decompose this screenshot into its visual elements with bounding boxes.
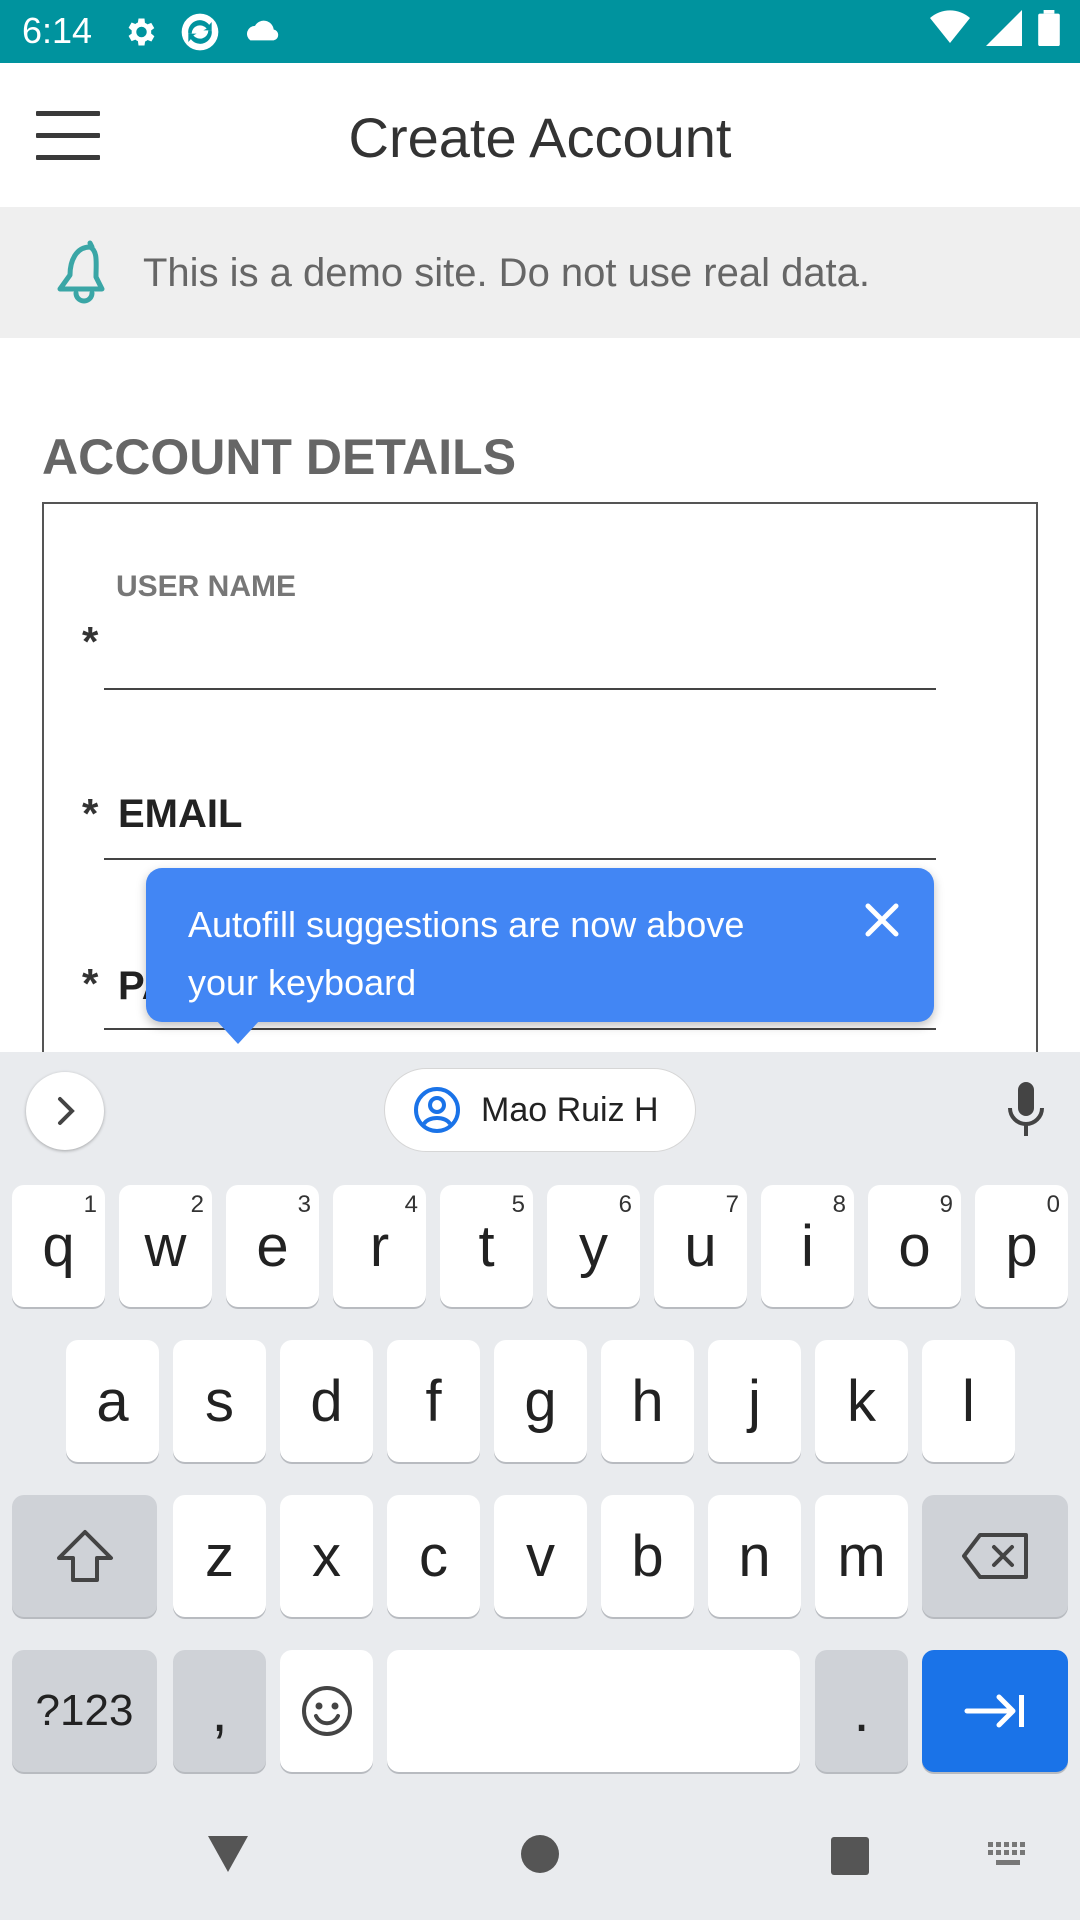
key-t[interactable]: t5 (440, 1185, 533, 1307)
tab-next-arrow-icon (964, 1694, 1024, 1728)
key-r[interactable]: r4 (333, 1185, 426, 1307)
email-field[interactable]: * EMAIL (42, 780, 936, 862)
microphone-icon[interactable] (1002, 1080, 1050, 1140)
username-field[interactable]: USER NAME * (42, 560, 936, 690)
key-u[interactable]: u7 (654, 1185, 747, 1307)
emoji-smiley-icon (301, 1686, 352, 1736)
key-z[interactable]: z (173, 1495, 266, 1617)
required-marker: * (82, 790, 99, 837)
banner-text: This is a demo site. Do not use real dat… (143, 251, 871, 295)
account-circle-icon (414, 1087, 460, 1133)
period-key[interactable]: . (815, 1650, 908, 1772)
key-v[interactable]: v (494, 1495, 587, 1617)
tooltip-arrow (216, 1020, 260, 1044)
backspace-key[interactable] (922, 1495, 1068, 1617)
symbols-key[interactable]: ?123 (12, 1650, 157, 1772)
home-circle-icon[interactable] (520, 1834, 560, 1874)
key-g[interactable]: g (494, 1340, 587, 1462)
signal-icon (986, 10, 1022, 46)
screen: 6:14 Create Account This is a demo site.… (0, 0, 1080, 1920)
space-key[interactable] (387, 1650, 800, 1772)
status-bar: 6:14 (0, 0, 1080, 63)
status-time: 6:14 (22, 10, 93, 51)
key-l[interactable]: l (922, 1340, 1015, 1462)
key-s[interactable]: s (173, 1340, 266, 1462)
key-d[interactable]: d (280, 1340, 373, 1462)
status-icons-right (930, 10, 1060, 46)
required-marker: * (82, 960, 99, 1007)
key-n[interactable]: n (708, 1495, 801, 1617)
key-b[interactable]: b (601, 1495, 694, 1617)
battery-icon (1038, 10, 1060, 46)
shift-arrow-icon (56, 1530, 113, 1582)
key-h[interactable]: h (601, 1340, 694, 1462)
wifi-icon (930, 10, 970, 43)
key-e[interactable]: e3 (226, 1185, 319, 1307)
key-q[interactable]: q1 (12, 1185, 105, 1307)
shift-key[interactable] (12, 1495, 157, 1617)
autofill-tooltip: Autofill suggestions are now above your … (146, 868, 934, 1022)
section-title: ACCOUNT DETAILS (42, 429, 517, 485)
key-x[interactable]: x (280, 1495, 373, 1617)
key-y[interactable]: y6 (547, 1185, 640, 1307)
app-bar: Create Account (0, 63, 1080, 207)
key-k[interactable]: k (815, 1340, 908, 1462)
key-a[interactable]: a (66, 1340, 159, 1462)
key-i[interactable]: i8 (761, 1185, 854, 1307)
email-label: EMAIL (118, 792, 243, 836)
cloud-icon (246, 20, 279, 41)
bell-icon (57, 240, 105, 304)
backspace-icon (962, 1533, 1028, 1579)
sync-app-icon (181, 13, 219, 51)
key-c[interactable]: c (387, 1495, 480, 1617)
required-marker: * (82, 618, 99, 665)
demo-warning-banner: This is a demo site. Do not use real dat… (0, 207, 1080, 338)
page-title: Create Account (348, 106, 732, 169)
key-o[interactable]: o9 (868, 1185, 961, 1307)
username-input[interactable] (112, 620, 912, 670)
autofill-suggestion-chip[interactable]: Mao Ruiz H (384, 1068, 696, 1152)
keyboard-switch-icon[interactable] (986, 1840, 1030, 1868)
next-key[interactable] (922, 1650, 1068, 1772)
chevron-right-icon (58, 1097, 75, 1125)
back-triangle-icon[interactable] (206, 1834, 250, 1874)
comma-key[interactable]: , (173, 1650, 266, 1772)
key-f[interactable]: f (387, 1340, 480, 1462)
settings-gear-icon (128, 18, 155, 46)
username-underline (104, 688, 936, 690)
key-j[interactable]: j (708, 1340, 801, 1462)
recents-square-icon[interactable] (830, 1836, 870, 1876)
tooltip-text: Autofill suggestions are now above your … (188, 904, 745, 1003)
status-icons-left (122, 12, 282, 52)
username-label: USER NAME (116, 570, 297, 603)
system-nav-bar (0, 1780, 1080, 1920)
expand-toolbar-button[interactable] (26, 1072, 104, 1150)
suggestion-strip: Mao Ruiz H (0, 1052, 1080, 1172)
key-m[interactable]: m (815, 1495, 908, 1617)
emoji-key[interactable] (280, 1650, 373, 1772)
email-underline (104, 858, 936, 860)
suggestion-label: Mao Ruiz H (481, 1090, 659, 1129)
key-p[interactable]: p0 (975, 1185, 1068, 1307)
key-w[interactable]: w2 (119, 1185, 212, 1307)
close-icon[interactable] (860, 898, 904, 942)
